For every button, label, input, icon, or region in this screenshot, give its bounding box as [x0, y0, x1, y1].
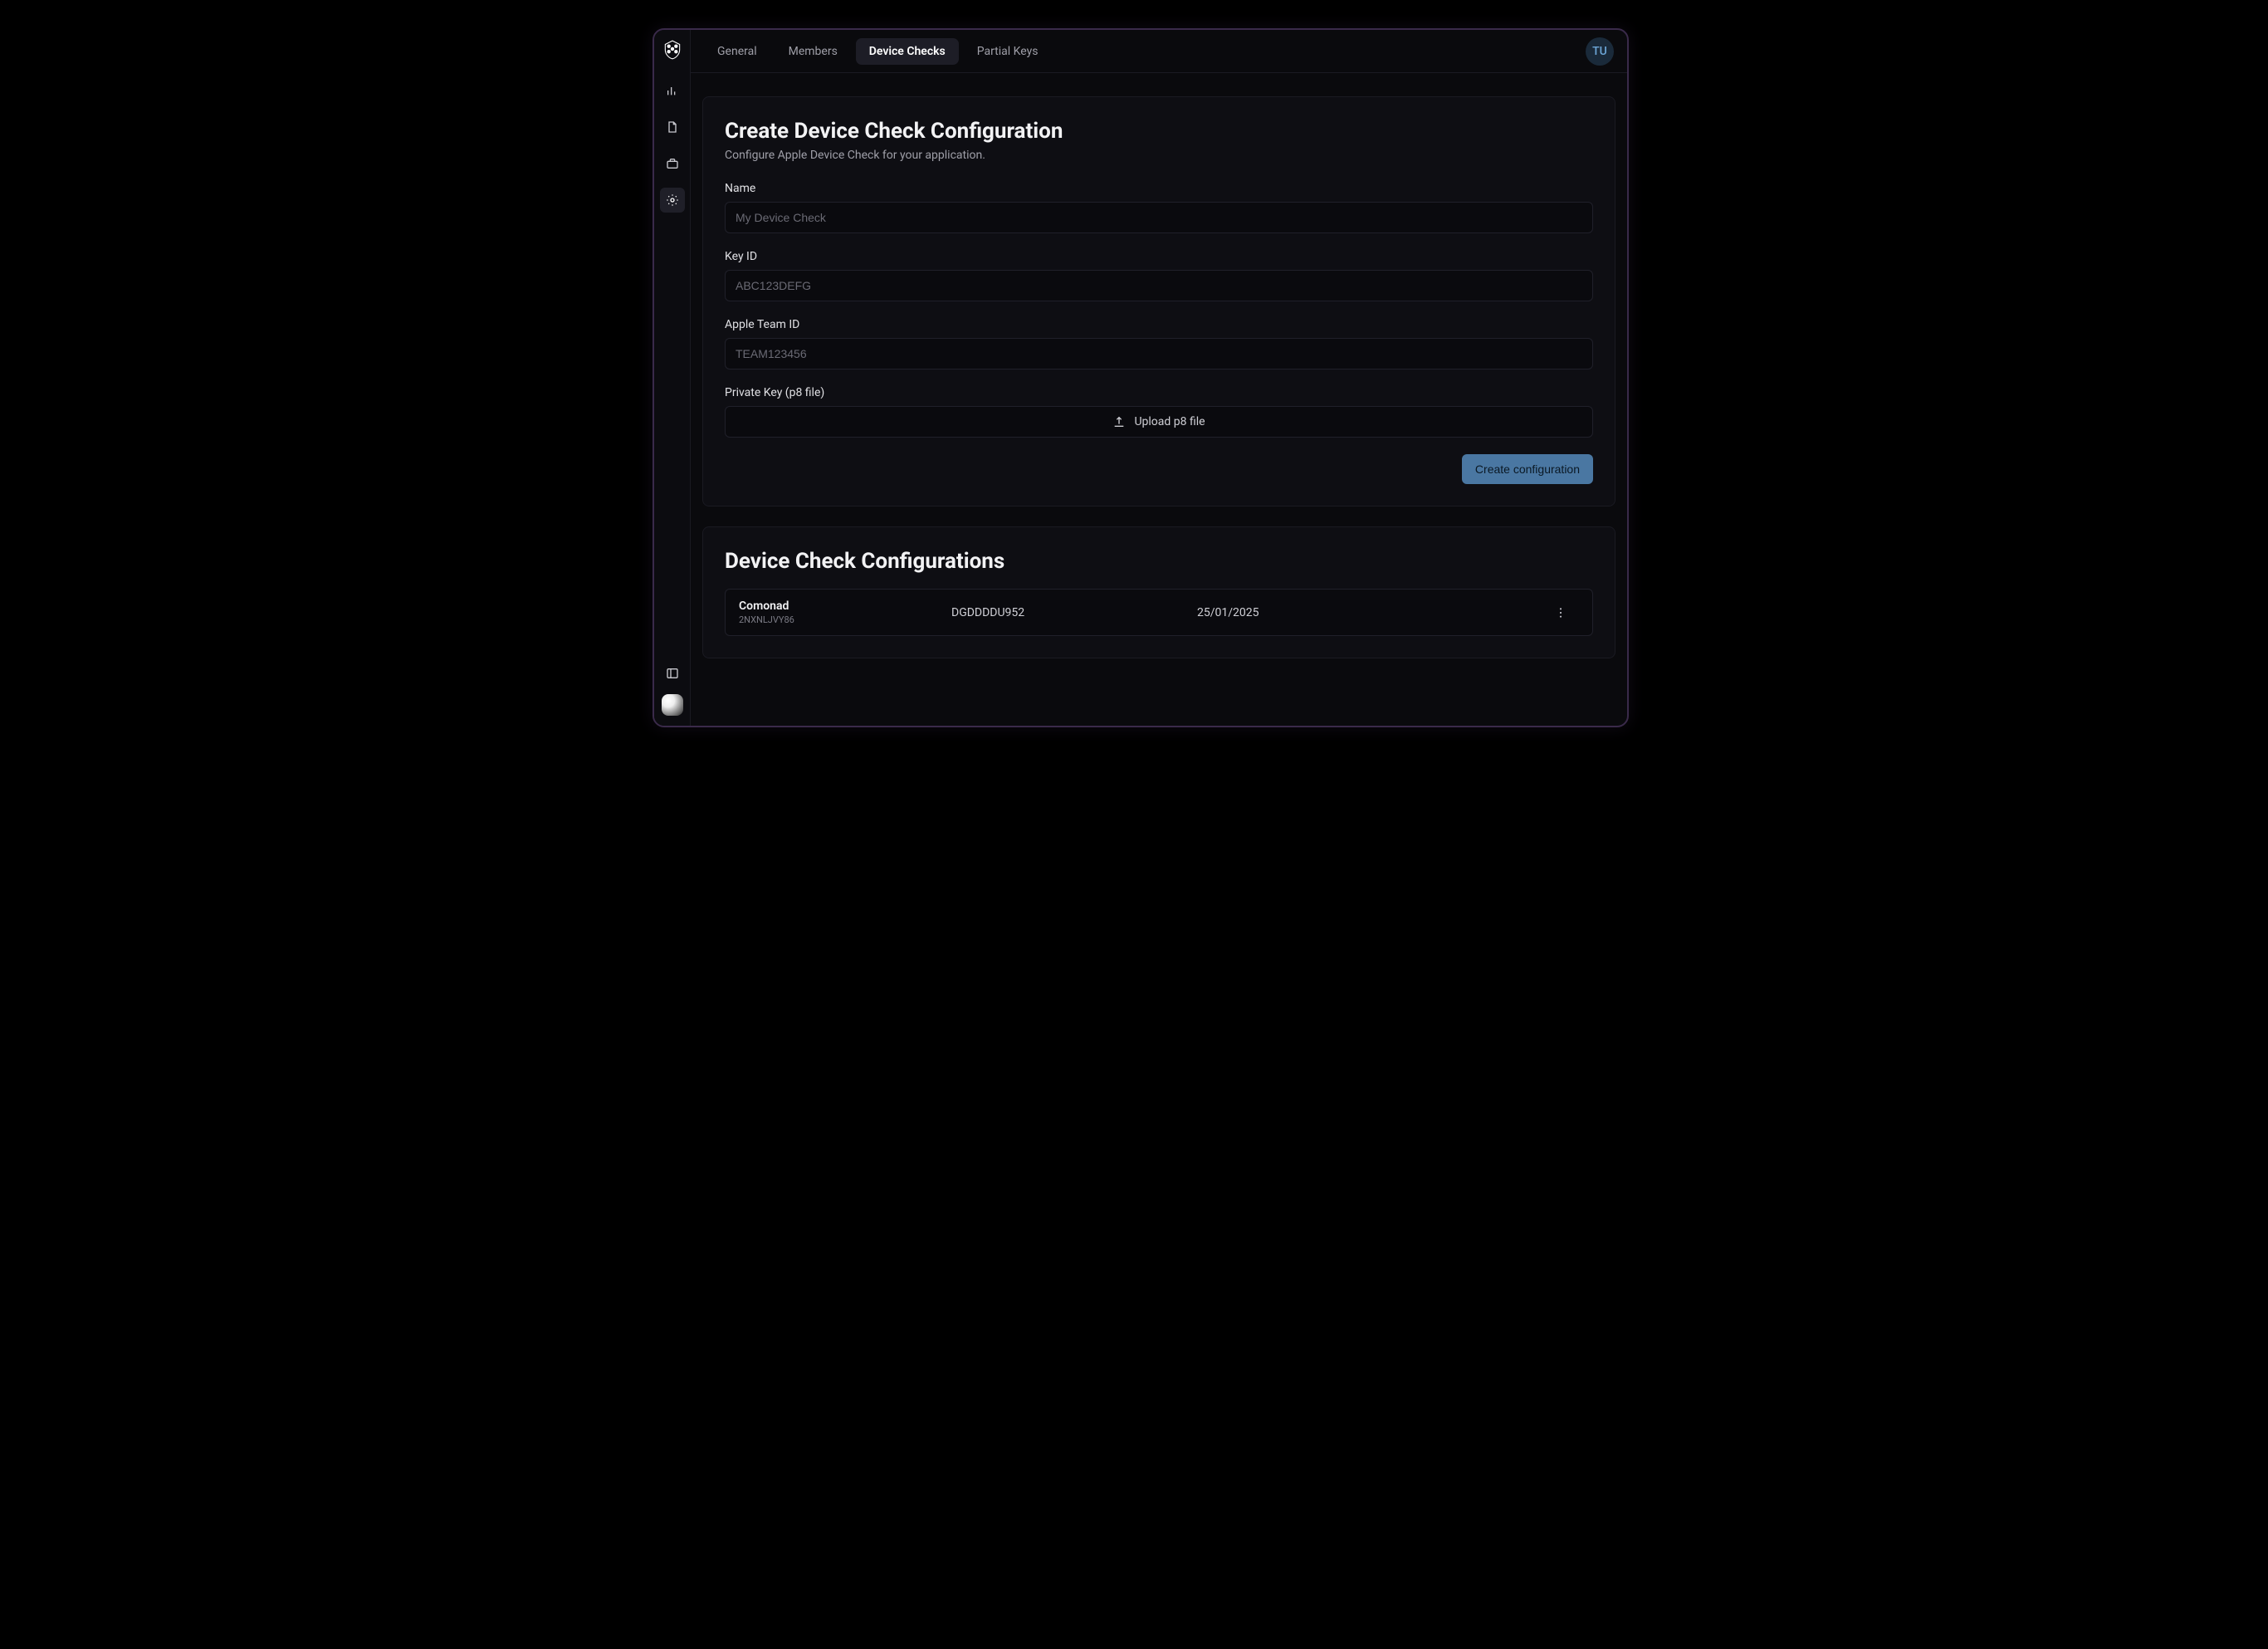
sidebar-page-icon[interactable]	[660, 115, 685, 139]
tab-general[interactable]: General	[704, 38, 770, 65]
main-area: General Members Device Checks Partial Ke…	[691, 30, 1627, 726]
create-config-card: Create Device Check Configuration Config…	[702, 96, 1615, 506]
app-window: General Members Device Checks Partial Ke…	[653, 28, 1629, 727]
name-label: Name	[725, 182, 1593, 195]
card-subtitle: Configure Apple Device Check for your ap…	[725, 149, 1593, 162]
sidebar-analytics-icon[interactable]	[660, 78, 685, 103]
kebab-icon	[1554, 606, 1567, 619]
sidebar-briefcase-icon[interactable]	[660, 151, 685, 176]
user-avatar[interactable]: TU	[1586, 37, 1614, 66]
sidebar-collapse-icon[interactable]	[660, 661, 685, 686]
teamid-input[interactable]	[725, 338, 1593, 369]
configurations-card: Device Check Configurations Comonad 2NXN…	[702, 526, 1615, 658]
name-input[interactable]	[725, 202, 1593, 233]
tabs: General Members Device Checks Partial Ke…	[704, 38, 1051, 65]
config-row: Comonad 2NXNLJVY86 DGDDDDU952 25/01/2025	[725, 589, 1593, 636]
upload-p8-button[interactable]: Upload p8 file	[725, 406, 1593, 438]
keyid-input[interactable]	[725, 270, 1593, 301]
config-sub: 2NXNLJVY86	[739, 614, 938, 625]
row-menu-button[interactable]	[1549, 601, 1572, 624]
tab-members[interactable]: Members	[775, 38, 851, 65]
app-logo-icon	[661, 38, 684, 61]
privatekey-label: Private Key (p8 file)	[725, 386, 1593, 399]
upload-icon	[1112, 415, 1126, 428]
teamid-label: Apple Team ID	[725, 318, 1593, 331]
config-date: 25/01/2025	[1197, 606, 1536, 619]
config-keyid: DGDDDDU952	[951, 606, 1184, 619]
sidebar-settings-icon[interactable]	[660, 188, 685, 213]
list-title: Device Check Configurations	[725, 549, 1593, 574]
card-title: Create Device Check Configuration	[725, 119, 1593, 144]
upload-label: Upload p8 file	[1134, 415, 1205, 428]
keyid-label: Key ID	[725, 250, 1593, 263]
workspace-avatar-icon[interactable]	[662, 694, 683, 716]
tab-device-checks[interactable]: Device Checks	[856, 38, 959, 65]
topbar: General Members Device Checks Partial Ke…	[691, 30, 1627, 73]
sidebar	[654, 30, 691, 726]
create-configuration-button[interactable]: Create configuration	[1462, 454, 1593, 484]
tab-partial-keys[interactable]: Partial Keys	[964, 38, 1052, 65]
config-name: Comonad	[739, 599, 938, 613]
content: Create Device Check Configuration Config…	[691, 73, 1627, 726]
